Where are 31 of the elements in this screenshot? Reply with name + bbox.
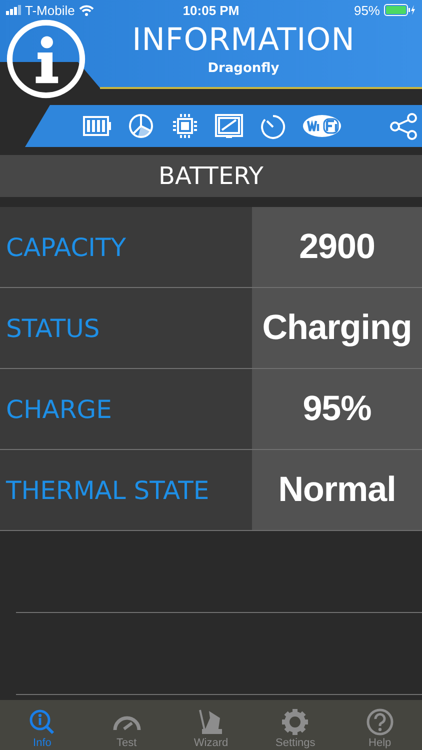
clock-time: 10:05 PM [182, 2, 240, 18]
battery-charging-icon [384, 4, 416, 16]
tab-button[interactable]: Settings [253, 700, 338, 750]
info-logo-icon [6, 19, 86, 99]
wifi-icon[interactable] [302, 112, 342, 140]
carrier-name: T-Mobile [25, 2, 75, 18]
row-value: 2900 [252, 207, 422, 287]
tab-button[interactable]: Info [0, 700, 84, 750]
signal-icon [6, 5, 21, 15]
timer-icon[interactable] [258, 112, 288, 140]
row-label: CAPACITY [0, 207, 252, 287]
section-header: BATTERY [0, 155, 422, 197]
row-value: Charging [252, 288, 422, 368]
help-icon [364, 708, 395, 736]
tab-button[interactable]: Wizard [168, 700, 254, 750]
row-value: 95% [252, 369, 422, 449]
share-icon[interactable] [388, 112, 418, 140]
wifi-signal-icon [78, 4, 94, 16]
battery-percent: 95% [354, 2, 380, 18]
row-value: Normal [252, 450, 422, 530]
row-label: THERMAL STATE [0, 450, 252, 530]
screen-icon[interactable] [214, 112, 244, 140]
row-label: CHARGE [0, 369, 252, 449]
pie-chart-icon[interactable] [126, 112, 156, 140]
tab-button[interactable]: Help [338, 700, 422, 750]
device-name: Dragonfly [208, 61, 280, 76]
page-title: INFORMATION [132, 22, 355, 58]
row-label: STATUS [0, 288, 252, 368]
gear-icon [280, 708, 310, 736]
chip-icon[interactable] [170, 112, 200, 140]
tab-button[interactable]: Test [84, 700, 169, 750]
